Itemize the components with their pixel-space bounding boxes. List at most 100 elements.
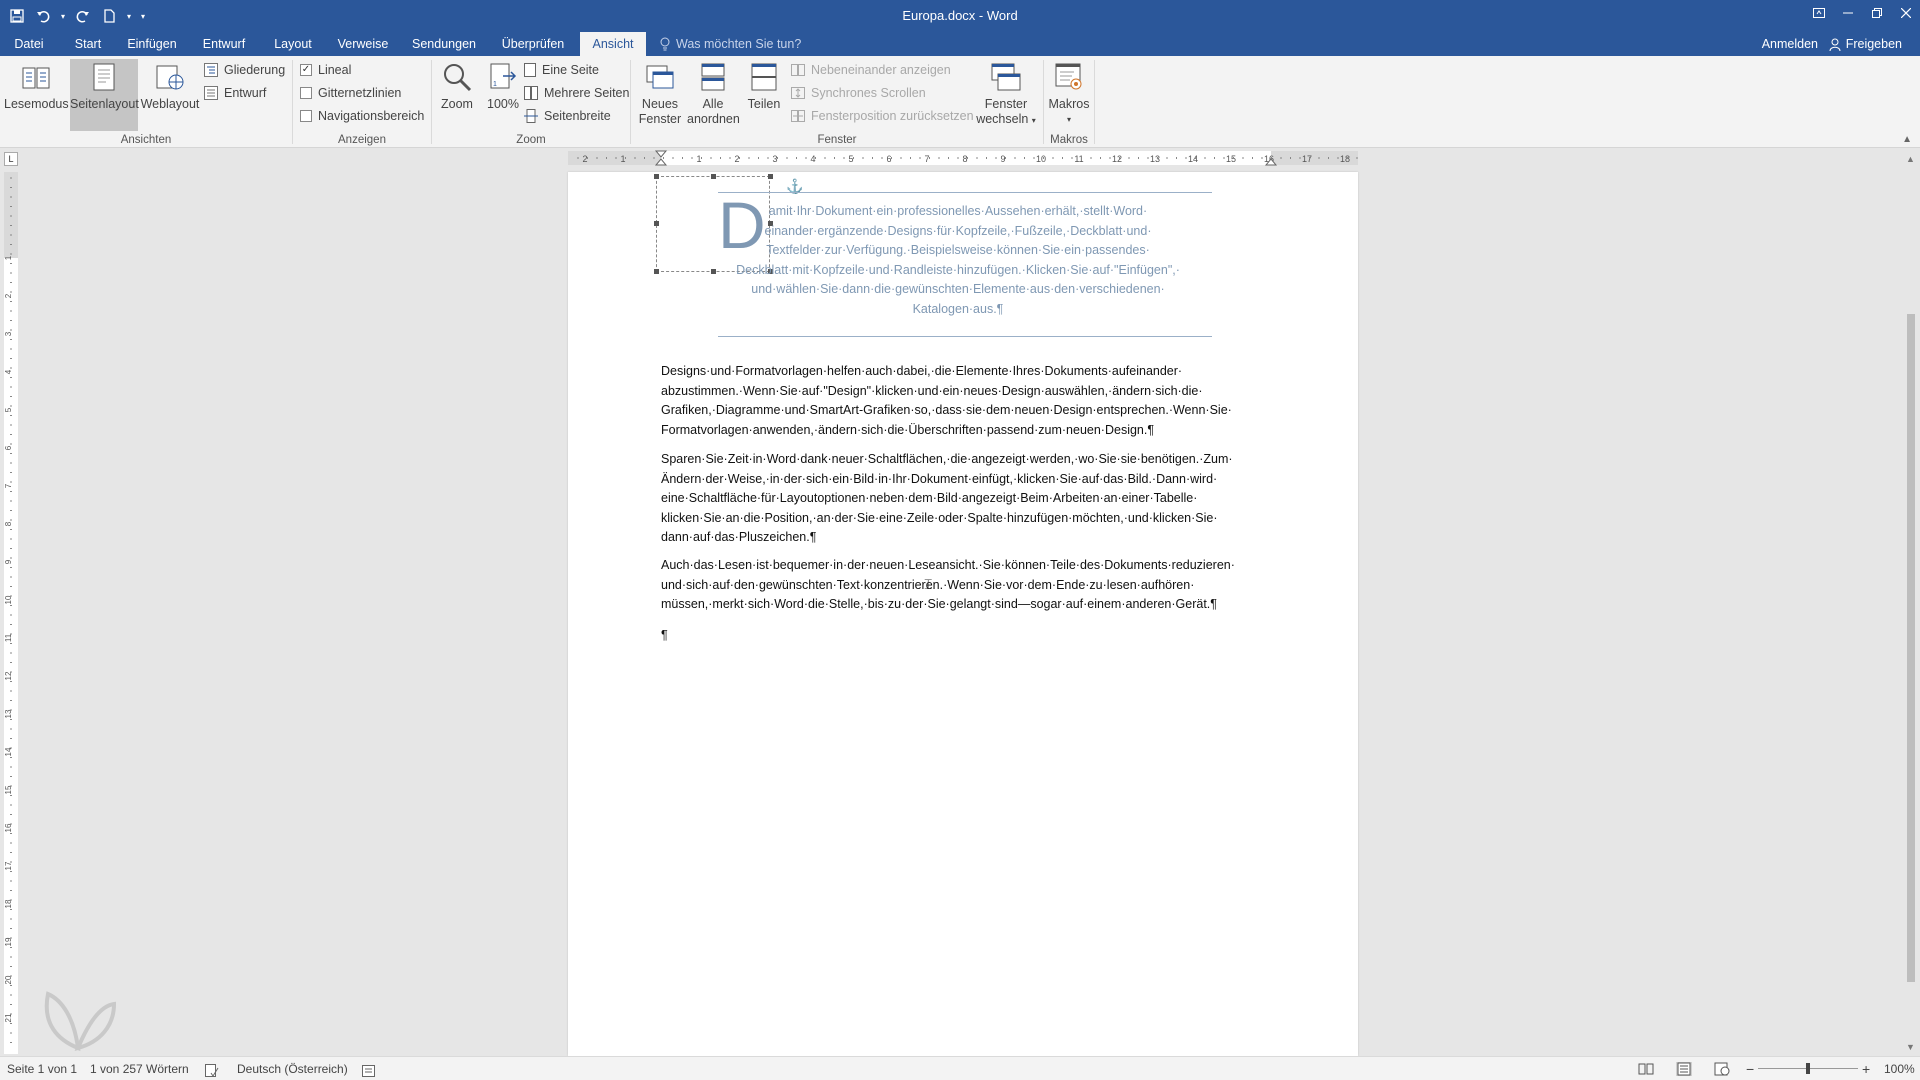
pull-quote[interactable]: amit·Ihr·Dokument·ein·professionelles·Au… xyxy=(718,202,1198,319)
ruler-check-icon: ✓ xyxy=(300,64,312,76)
tab-ueberpruefen[interactable]: Überprüfen xyxy=(496,32,570,56)
read-mode-view-icon[interactable] xyxy=(1638,1062,1654,1076)
horizontal-ruler[interactable]: 2 1 1 2 3 4 5 6 7 8 9 10 11 12 13 14 15 16 17 18 xyxy=(0,148,1920,168)
new-window-button[interactable]: Neues Fenster xyxy=(635,59,685,131)
resize-handle[interactable] xyxy=(768,174,773,179)
arrange-all-label-2: anordnen xyxy=(687,112,740,126)
one-page-icon xyxy=(524,63,536,77)
page-icon xyxy=(70,59,138,95)
empty-paragraph[interactable]: ¶ xyxy=(661,626,1271,646)
tab-sendungen[interactable]: Sendungen xyxy=(406,32,482,56)
resize-handle[interactable] xyxy=(654,221,659,226)
share-label: Freigeben xyxy=(1845,37,1902,51)
outline-icon xyxy=(204,63,218,77)
navigation-check-icon xyxy=(300,110,312,122)
sync-scroll-label: Synchrones Scrollen xyxy=(811,86,926,100)
tab-layout[interactable]: Layout xyxy=(268,32,318,56)
restore-icon[interactable] xyxy=(1862,0,1891,26)
paragraph[interactable]: Sparen·Sie·Zeit·in·Word·dank·neuer·Schal… xyxy=(661,450,1271,548)
reset-position-label: Fensterposition zurücksetzen xyxy=(811,109,974,123)
tab-einfuegen[interactable]: Einfügen xyxy=(122,32,182,56)
signin-link[interactable]: Anmelden xyxy=(1762,32,1818,56)
chevron-down-icon: ▾ xyxy=(1031,116,1036,125)
share-button[interactable]: Freigeben xyxy=(1829,32,1902,56)
zoom-slider-thumb[interactable] xyxy=(1806,1063,1810,1074)
window-title: Europa.docx - Word xyxy=(902,8,1018,23)
split-icon xyxy=(741,59,787,95)
group-anzeigen: ✓ Lineal Gitternetzlinien Navigationsber… xyxy=(293,56,431,148)
scrollbar-thumb[interactable] xyxy=(1907,314,1915,982)
switch-windows-button[interactable]: Fenster wechseln ▾ xyxy=(973,59,1039,131)
collapse-ribbon-icon[interactable]: ▲ xyxy=(1902,134,1912,145)
arrange-all-label-1: Alle xyxy=(702,97,724,111)
zoom-out-icon[interactable]: − xyxy=(1746,1057,1754,1080)
read-mode-label: Lesemodus xyxy=(4,97,69,111)
tab-datei[interactable]: Datei xyxy=(6,32,52,56)
tab-verweise[interactable]: Verweise xyxy=(332,32,394,56)
word-count-status[interactable]: 1 von 257 Wörtern xyxy=(90,1057,189,1080)
outline-button[interactable]: Gliederung xyxy=(204,60,285,80)
tab-ansicht[interactable]: Ansicht xyxy=(580,32,646,56)
vertical-ruler[interactable]: 123456789101112131415161718192021 xyxy=(4,172,18,1054)
ruler-checkbox[interactable]: ✓ Lineal xyxy=(300,60,351,80)
tell-me-box[interactable]: Was möchten Sie tun? xyxy=(660,32,801,56)
macro-record-icon[interactable] xyxy=(362,1062,376,1080)
one-page-button[interactable]: Eine Seite xyxy=(524,60,599,80)
side-by-side-button[interactable]: Nebeneinander anzeigen xyxy=(791,60,951,80)
resize-handle[interactable] xyxy=(654,269,659,274)
print-layout-button[interactable]: Seitenlayout xyxy=(70,59,139,131)
draft-button[interactable]: Entwurf xyxy=(204,83,266,103)
language-status[interactable]: Deutsch (Österreich) xyxy=(237,1057,348,1080)
proofing-icon[interactable] xyxy=(205,1062,219,1080)
ruler-tick-label: 11 xyxy=(4,633,13,642)
macros-button[interactable]: Makros ▾ xyxy=(1046,59,1092,131)
ruler-tick-label: 9 xyxy=(1000,154,1005,164)
page-count-status[interactable]: Seite 1 von 1 xyxy=(7,1057,77,1080)
resize-handle[interactable] xyxy=(711,269,716,274)
gridlines-checkbox[interactable]: Gitternetzlinien xyxy=(300,83,401,103)
tab-start[interactable]: Start xyxy=(68,32,108,56)
web-layout-view-icon[interactable] xyxy=(1714,1062,1730,1076)
close-icon[interactable] xyxy=(1891,0,1920,26)
split-button[interactable]: Teilen xyxy=(741,59,787,119)
horizontal-ruler-row: L 2 1 1 2 3 4 5 6 7 8 9 10 11 12 13 14 15 16 17 18 xyxy=(0,148,1920,168)
scroll-down-icon[interactable]: ▼ xyxy=(1906,1042,1915,1052)
resize-handle[interactable] xyxy=(654,174,659,179)
web-layout-button[interactable]: Weblayout xyxy=(140,59,200,131)
zoom-level-status[interactable]: 100% xyxy=(1884,1057,1915,1080)
split-label: Teilen xyxy=(747,97,781,111)
ruler-tick-label: 6 xyxy=(886,154,891,164)
tab-entwurf[interactable]: Entwurf xyxy=(196,32,252,56)
multiple-pages-button[interactable]: Mehrere Seiten xyxy=(524,83,629,103)
read-mode-button[interactable]: Lesemodus xyxy=(4,59,69,131)
sync-scroll-button[interactable]: Synchrones Scrollen xyxy=(791,83,926,103)
scroll-up-icon[interactable]: ▲ xyxy=(1906,154,1915,164)
print-layout-view-icon[interactable] xyxy=(1676,1062,1692,1076)
navigation-pane-checkbox[interactable]: Navigationsbereich xyxy=(300,106,424,126)
gridlines-label: Gitternetzlinien xyxy=(318,86,402,100)
vertical-scrollbar[interactable]: ▲ ▼ xyxy=(1902,150,1920,1056)
ruler-tick-label: 2 xyxy=(582,154,587,164)
group-separator xyxy=(1094,60,1095,144)
zoom-in-icon[interactable]: + xyxy=(1862,1057,1870,1080)
minimize-icon[interactable] xyxy=(1833,0,1862,26)
ruler-tick-label: 9 xyxy=(4,559,13,564)
ruler-tick-label: 1 xyxy=(620,154,625,164)
ruler-tick-label: 7 xyxy=(924,154,929,164)
arrange-all-button[interactable]: Alle anordnen xyxy=(687,59,740,131)
ribbon-display-options-icon[interactable] xyxy=(1804,0,1833,26)
paragraph[interactable]: Auch·das·Lesen·ist·bequemer·in·der·neuen… xyxy=(661,556,1271,615)
resize-handle[interactable] xyxy=(711,174,716,179)
ruler-tick-label: 7 xyxy=(4,483,13,488)
group-label-makros: Makros xyxy=(1050,134,1088,146)
multiple-pages-label: Mehrere Seiten xyxy=(544,86,630,100)
ruler-label: Lineal xyxy=(318,63,352,77)
page-width-button[interactable]: Seitenbreite xyxy=(524,106,611,126)
pull-quote-bottom-rule xyxy=(718,336,1212,337)
reset-window-position-button[interactable]: Fensterposition zurücksetzen xyxy=(791,106,974,126)
document-page[interactable]: D ⚓ amit·Ihr·Dokument·ein·professionelle… xyxy=(568,172,1358,1056)
ruler-tick-label: 3 xyxy=(4,331,13,336)
zoom-100-button[interactable]: 1 100% xyxy=(482,59,524,119)
paragraph[interactable]: Designs·und·Formatvorlagen·helfen·auch·d… xyxy=(661,362,1271,440)
zoom-button[interactable]: Zoom xyxy=(434,59,480,119)
